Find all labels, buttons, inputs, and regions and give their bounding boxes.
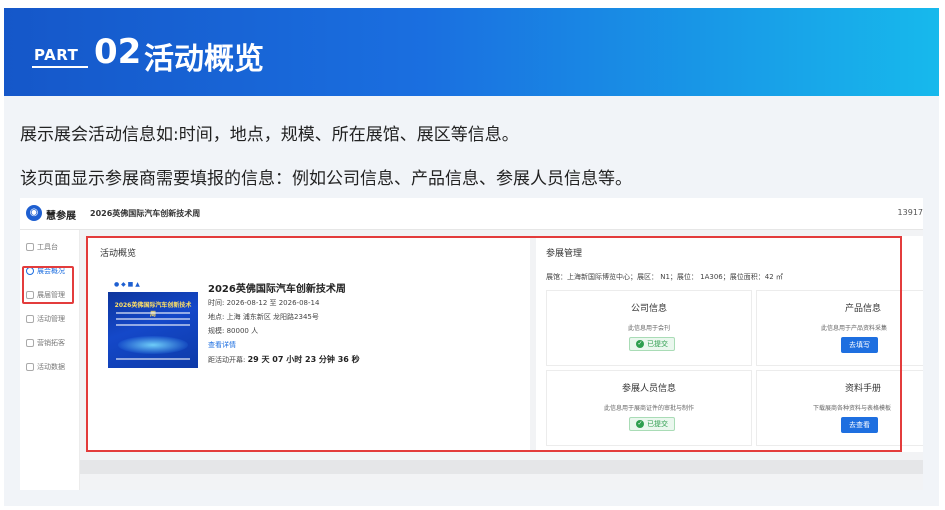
sidebar-item-workbench[interactable]: 工具台 [26, 240, 78, 254]
description-line-1: 展示展会活动信息如:时间，地点，规模、所在展馆、展区等信息。 [20, 125, 519, 145]
content-highlight-box [86, 236, 902, 452]
part-number: 02 [94, 32, 142, 72]
description-line-2: 该页面显示参展商需要填报的信息：例如公司信息、产品信息、参展人员信息等。 [20, 169, 632, 189]
user-phone[interactable]: 13917 [898, 208, 923, 217]
grid-icon [26, 243, 34, 251]
section-title: 活动概览 [144, 42, 264, 77]
sidebar-item-activity-mgmt[interactable]: 活动管理 [26, 312, 78, 326]
sidebar-item-label: 营销拓客 [37, 339, 65, 347]
sidebar-item-label: 活动管理 [37, 315, 65, 323]
briefcase-icon [26, 339, 34, 347]
part-underline [32, 66, 88, 68]
app-screenshot: ◉ 慧参展 2026英佛国际汽车创新技术周 13917 工具台 展会概况 展届管… [20, 198, 923, 490]
logo-icon: ◉ [26, 205, 42, 221]
calendar-icon [26, 315, 34, 323]
sidebar-item-activity-data[interactable]: 活动数据 [26, 360, 78, 374]
sidebar-item-marketing[interactable]: 营销拓客 [26, 336, 78, 350]
bar-chart-icon [26, 363, 34, 371]
part-label: PART [34, 46, 79, 64]
app-logo-text: 慧参展 [46, 211, 76, 222]
app-header: ◉ 慧参展 2026英佛国际汽车创新技术周 13917 [20, 198, 923, 230]
section-banner: PART 02 活动概览 [4, 8, 939, 96]
horizontal-scrollbar[interactable] [80, 460, 923, 474]
sidebar-highlight-box [22, 266, 74, 304]
header-event-name: 2026英佛国际汽车创新技术周 [90, 209, 201, 218]
sidebar-item-label: 活动数据 [37, 363, 65, 371]
sidebar-item-label: 工具台 [37, 243, 58, 251]
